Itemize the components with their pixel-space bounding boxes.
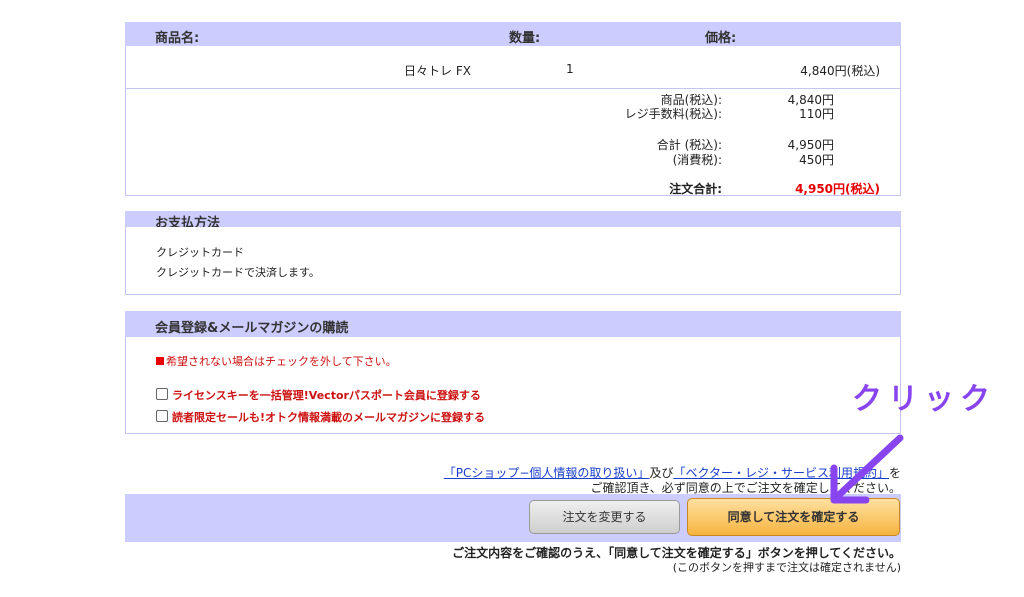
order-table: 商品名: 数量: 価格: 日々トレ FX 1 4,840円(税込) 商品(税込)… bbox=[125, 22, 901, 196]
summary-order-total-label: 注文合計: bbox=[669, 182, 722, 196]
membership-body: 希望されない場合はチェックを外して下さい。 ライセンスキーを一括管理!Vecto… bbox=[125, 337, 901, 434]
payment-method: クレジットカード bbox=[156, 246, 244, 259]
newsletter-checkbox[interactable] bbox=[156, 410, 168, 422]
newsletter-option-label: 読者限定セールも!オトク情報満載のメールマガジンに登録する bbox=[172, 411, 486, 424]
payment-header: お支払方法 bbox=[125, 211, 901, 231]
arrow-icon bbox=[830, 434, 904, 504]
header-product: 商品名: bbox=[155, 31, 200, 46]
newsletter-option[interactable]: 読者限定セールも!オトク情報満載のメールマガジンに登録する bbox=[156, 409, 485, 425]
membership-header: 会員登録&メールマガジンの購読 bbox=[125, 311, 901, 337]
red-square-icon bbox=[156, 357, 164, 365]
terms-and: 及び bbox=[649, 466, 674, 480]
payment-body: クレジットカード クレジットカードで決済します。 bbox=[125, 227, 901, 295]
item-price: 4,840円(税込) bbox=[800, 64, 880, 78]
summary-tax-label: (消費税): bbox=[672, 153, 722, 167]
payment-description: クレジットカードで決済します。 bbox=[156, 266, 320, 279]
button-bar: 注文を変更する 同意して注文を確定する bbox=[125, 494, 901, 542]
membership-title: 会員登録&メールマガジンの購読 bbox=[155, 321, 349, 336]
payment-section: お支払方法 クレジットカード クレジットカードで決済します。 bbox=[125, 211, 901, 295]
footer-note: (このボタンを押すまで注文は確定されません) bbox=[672, 561, 901, 574]
order-summary: 商品(税込): 4,840円 レジ手数料(税込): 110円 合計 (税込): … bbox=[125, 89, 901, 196]
item-quantity: 1 bbox=[566, 62, 574, 76]
membership-notice-text: 希望されない場合はチェックを外して下さい。 bbox=[166, 355, 397, 368]
membership-section: 会員登録&メールマガジンの購読 希望されない場合はチェックを外して下さい。 ライ… bbox=[125, 311, 901, 434]
order-table-header: 商品名: 数量: 価格: bbox=[125, 22, 901, 46]
summary-fee-value: 110円 bbox=[799, 107, 834, 121]
order-confirmation-page: 商品名: 数量: 価格: 日々トレ FX 1 4,840円(税込) 商品(税込)… bbox=[0, 0, 1024, 597]
passport-checkbox[interactable] bbox=[156, 388, 168, 400]
click-annotation-label: クリック bbox=[852, 382, 996, 417]
order-item-row: 日々トレ FX 1 4,840円(税込) bbox=[125, 46, 901, 89]
passport-option-label: ライセンスキーを一括管理!Vectorパスポート会員に登録する bbox=[172, 389, 481, 402]
header-price: 価格: bbox=[705, 31, 737, 46]
header-quantity: 数量: bbox=[509, 31, 541, 46]
item-product-name: 日々トレ FX bbox=[404, 64, 471, 78]
summary-order-total-value: 4,950円(税込) bbox=[795, 182, 880, 196]
privacy-policy-link[interactable]: 「PCショップ−個人情報の取り扱い」 bbox=[444, 466, 650, 480]
passport-option[interactable]: ライセンスキーを一括管理!Vectorパスポート会員に登録する bbox=[156, 387, 481, 403]
summary-fee-label: レジ手数料(税込): bbox=[624, 107, 722, 121]
membership-notice: 希望されない場合はチェックを外して下さい。 bbox=[156, 353, 397, 369]
change-order-button[interactable]: 注文を変更する bbox=[529, 500, 680, 534]
summary-tax-value: 450円 bbox=[799, 153, 834, 167]
